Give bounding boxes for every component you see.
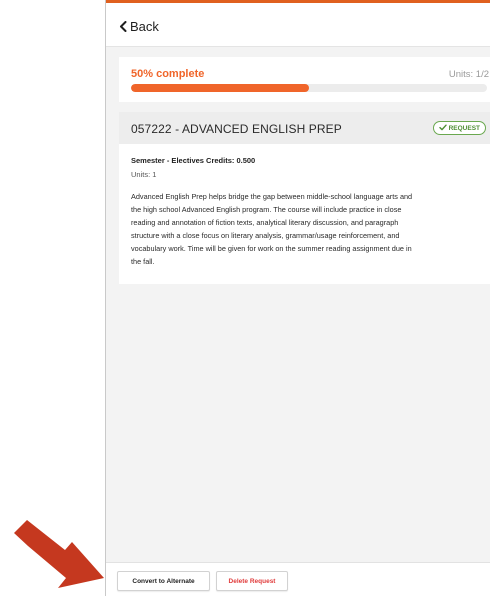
- course-description: Advanced English Prep helps bridge the g…: [131, 191, 487, 268]
- course-description-line: reading and annotation of fiction texts,…: [131, 217, 399, 227]
- course-description-line: vocabulary work. Time will be given for …: [131, 243, 412, 253]
- course-header: 057222 - ADVANCED ENGLISH PREP REQUEST: [119, 112, 490, 144]
- progress-label: 50% complete: [131, 68, 205, 80]
- progress-track: [131, 84, 487, 92]
- chevron-left-icon: [119, 21, 127, 32]
- back-button[interactable]: Back: [119, 19, 159, 34]
- progress-fill: [131, 84, 309, 92]
- annotation-arrow-shape: [14, 520, 104, 588]
- convert-to-alternate-button[interactable]: Convert to Alternate: [117, 571, 210, 591]
- course-meta: Semester - Electives Credits: 0.500: [131, 156, 256, 165]
- course-description-line: structure with a close focus on literary…: [131, 230, 400, 240]
- course-description-line: the high school Advanced English program…: [131, 204, 402, 214]
- course-units: Units: 1: [131, 170, 157, 179]
- progress-card: 50% complete Units: 1/2: [119, 57, 490, 102]
- delete-request-button[interactable]: Delete Request: [216, 571, 288, 591]
- app-panel: Back 50% complete Units: 1/2 057222 - AD…: [105, 0, 490, 596]
- screen: Back 50% complete Units: 1/2 057222 - AD…: [0, 0, 490, 596]
- progress-units: Units: 1/2: [448, 69, 489, 80]
- request-badge-label: REQUEST: [448, 124, 480, 132]
- header-bar: Back: [106, 3, 490, 47]
- request-status-badge: REQUEST: [432, 121, 486, 135]
- back-label: Back: [130, 19, 159, 34]
- course-description-line: the fall.: [131, 256, 155, 266]
- course-description-line: Advanced English Prep helps bridge the g…: [131, 192, 413, 201]
- action-footer: Convert to Alternate Delete Request: [106, 562, 490, 596]
- course-title: 057222 - ADVANCED ENGLISH PREP: [131, 122, 342, 136]
- course-card: 057222 - ADVANCED ENGLISH PREP REQUEST S…: [119, 112, 490, 284]
- checkmark-icon: [438, 124, 447, 133]
